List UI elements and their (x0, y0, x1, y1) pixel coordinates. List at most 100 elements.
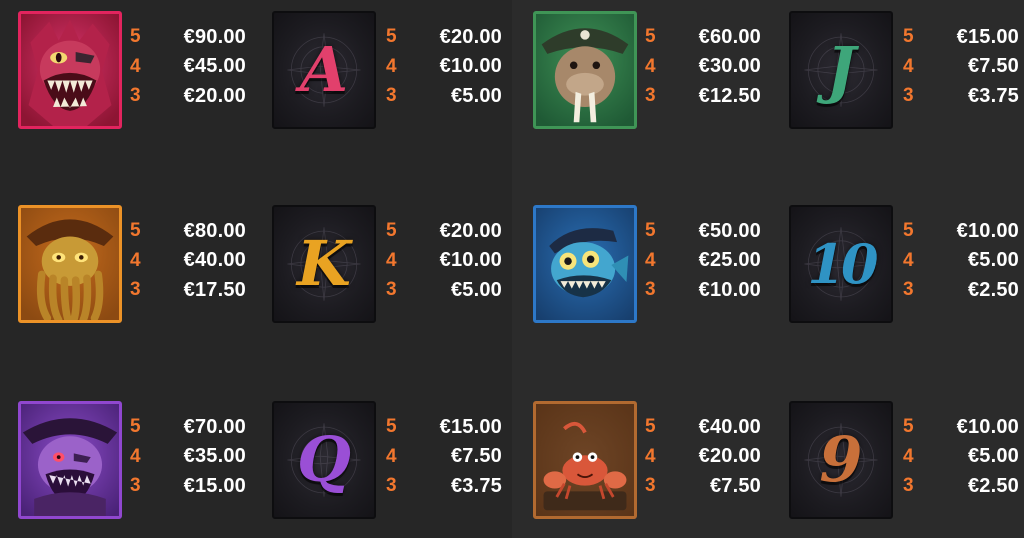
match-count: 4 (130, 445, 141, 467)
payout-value: €40.00 (183, 249, 246, 271)
match-count: 5 (903, 26, 914, 47)
walrus-captain-icon (533, 11, 637, 129)
octopus-captain-icon (18, 205, 122, 323)
symbol-glyph: K (297, 227, 351, 300)
paytable: 5 €90.00 4 €45.00 3 €20.00 5 €80.00 4 €40.00 3 €17… (0, 0, 1024, 538)
payout-row: 5 €80.00 (130, 218, 246, 244)
match-count: 5 (903, 220, 914, 241)
match-count: 3 (903, 85, 914, 106)
match-count: 4 (386, 55, 397, 77)
payout-row: 4 €10.00 (386, 54, 502, 80)
payout-row: 4 €7.50 (903, 54, 1019, 80)
number-10-icon: 10 (789, 205, 893, 323)
payout-row: 4 €20.00 (645, 444, 761, 470)
payout-value: €80.00 (183, 219, 246, 242)
payout-row: 3 €15.00 (130, 473, 246, 499)
payout-value: €20.00 (439, 219, 502, 242)
payout-row: 3 €5.00 (386, 277, 502, 303)
payout-row: 3 €7.50 (645, 473, 761, 499)
payout-row: 4 €10.00 (386, 248, 502, 274)
payout-row: 4 €25.00 (645, 248, 761, 274)
payout-value: €50.00 (698, 219, 761, 242)
payout-row: 3 €10.00 (645, 277, 761, 303)
payout-value: €15.00 (439, 415, 502, 438)
match-count: 3 (386, 475, 397, 496)
payout-row: 4 €45.00 (130, 54, 246, 80)
payout-row: 4 €5.00 (903, 444, 1019, 470)
match-count: 4 (903, 445, 914, 467)
payout-value: €7.50 (450, 445, 502, 467)
payout-row: 3 €17.50 (130, 277, 246, 303)
paytable-left-panel: 5 €90.00 4 €45.00 3 €20.00 5 €80.00 4 €40.00 3 €17… (0, 0, 512, 538)
payout-value: €7.50 (709, 474, 761, 497)
match-count: 4 (645, 249, 656, 271)
payout-row: 5 €15.00 (386, 414, 502, 440)
payout-row: 5 €70.00 (130, 414, 246, 440)
payout-value: €7.50 (967, 55, 1019, 77)
payout-row: 3 €3.75 (903, 83, 1019, 109)
payout-value: €5.00 (450, 84, 502, 107)
payout-row: 3 €12.50 (645, 83, 761, 109)
match-count: 5 (645, 26, 656, 47)
match-count: 4 (130, 249, 141, 271)
symbol-glyph: Q (296, 423, 351, 496)
payout-value: €2.50 (967, 474, 1019, 497)
payout-value: €15.00 (956, 25, 1019, 48)
match-count: 4 (386, 445, 397, 467)
match-count: 3 (645, 279, 656, 300)
payout-value: €10.00 (439, 249, 502, 271)
payout-row: 5 €50.00 (645, 218, 761, 244)
payout-value: €5.00 (967, 445, 1019, 467)
match-count: 5 (386, 416, 397, 437)
payout-value: €35.00 (183, 445, 246, 467)
payout-value: €25.00 (698, 249, 761, 271)
payout-value: €12.50 (698, 84, 761, 107)
payout-row: 5 €20.00 (386, 24, 502, 50)
letter-k-icon: K (272, 205, 376, 323)
payout-value: €20.00 (439, 25, 502, 48)
letter-j-icon: J (789, 11, 893, 129)
payout-row: 4 €5.00 (903, 248, 1019, 274)
purple-pirate-icon (18, 401, 122, 519)
payout-row: 3 €3.75 (386, 473, 502, 499)
payout-row: 5 €40.00 (645, 414, 761, 440)
match-count: 3 (130, 279, 141, 300)
payout-value: €20.00 (698, 445, 761, 467)
match-count: 3 (903, 475, 914, 496)
payout-value: €70.00 (183, 415, 246, 438)
match-count: 4 (903, 249, 914, 271)
payout-row: 4 €30.00 (645, 54, 761, 80)
payout-value: €10.00 (439, 55, 502, 77)
payout-row: 4 €40.00 (130, 248, 246, 274)
number-9-icon: 9 (789, 401, 893, 519)
payout-row: 3 €5.00 (386, 83, 502, 109)
payout-value: €30.00 (698, 55, 761, 77)
payout-value: €5.00 (967, 249, 1019, 271)
payout-value: €40.00 (698, 415, 761, 438)
payout-value: €20.00 (183, 84, 246, 107)
payout-value: €90.00 (183, 25, 246, 48)
payout-row: 5 €60.00 (645, 24, 761, 50)
letter-a-icon: A (272, 11, 376, 129)
payout-value: €10.00 (956, 219, 1019, 242)
letter-q-icon: Q (272, 401, 376, 519)
match-count: 3 (130, 475, 141, 496)
red-monster-icon (18, 11, 122, 129)
match-count: 4 (645, 445, 656, 467)
match-count: 3 (130, 85, 141, 106)
match-count: 3 (645, 475, 656, 496)
payout-row: 5 €10.00 (903, 414, 1019, 440)
payout-row: 5 €90.00 (130, 24, 246, 50)
payout-row: 4 €35.00 (130, 444, 246, 470)
match-count: 3 (645, 85, 656, 106)
symbol-glyph: A (299, 33, 349, 106)
payout-value: €2.50 (967, 278, 1019, 301)
match-count: 5 (130, 26, 141, 47)
match-count: 5 (903, 416, 914, 437)
match-count: 4 (903, 55, 914, 77)
match-count: 5 (386, 220, 397, 241)
payout-value: €17.50 (183, 278, 246, 301)
payout-row: 5 €20.00 (386, 218, 502, 244)
payout-value: €15.00 (183, 474, 246, 497)
payout-row: 5 €15.00 (903, 24, 1019, 50)
